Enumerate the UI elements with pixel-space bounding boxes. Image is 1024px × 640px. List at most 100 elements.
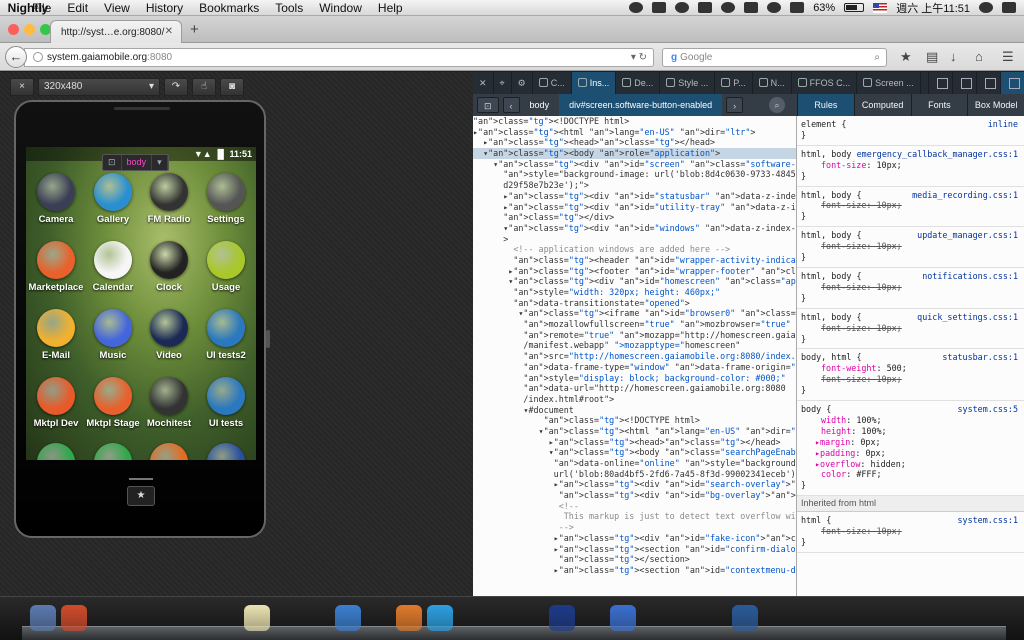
rule-property[interactable]: font-size: 10px; bbox=[801, 241, 1020, 252]
dock-app-icon[interactable] bbox=[854, 605, 880, 631]
menubar-clock[interactable]: 週六 上午11:51 bbox=[896, 0, 970, 16]
app-icon-mktpl-stage[interactable]: Mktpl Stage bbox=[85, 377, 141, 429]
markup-line[interactable]: /index.html#root"> bbox=[473, 394, 796, 405]
markup-line[interactable]: "an">src="http://homescreen.gaiamobile.o… bbox=[473, 351, 796, 362]
pick-element-icon[interactable]: ⊡ bbox=[103, 155, 122, 170]
property-value[interactable]: 0px bbox=[865, 448, 880, 458]
tab-style-editor[interactable]: Style ... bbox=[660, 72, 716, 94]
markup-line[interactable]: "an">data-transitionstate="opened"> bbox=[473, 298, 796, 309]
property-name[interactable]: font-size bbox=[821, 200, 866, 210]
dock-app-icon[interactable] bbox=[122, 605, 148, 631]
dock-app-icon[interactable] bbox=[366, 605, 392, 631]
app-icon-video[interactable]: Video bbox=[141, 309, 197, 361]
property-value[interactable]: 10px bbox=[876, 526, 896, 536]
markup-line[interactable]: ▸"an">class="tg"><html "an">lang="en-US"… bbox=[473, 127, 796, 138]
app-icon-ui-tests2[interactable]: UI tests2 bbox=[198, 309, 254, 361]
side-button[interactable] bbox=[266, 330, 270, 348]
dock-app-icon[interactable] bbox=[152, 605, 178, 631]
rules-view[interactable]: element {inline} html, body emergency_call… bbox=[797, 116, 1024, 596]
menu-bookmarks[interactable]: Bookmarks bbox=[199, 1, 259, 15]
property-name[interactable]: font-size bbox=[821, 323, 866, 333]
property-name[interactable]: font-size bbox=[821, 241, 866, 251]
property-name[interactable]: width bbox=[821, 415, 846, 425]
dock-app-icon[interactable] bbox=[731, 605, 758, 631]
dock-app-icon[interactable] bbox=[671, 605, 697, 631]
markup-line[interactable]: ▸"an">class="tg"><div "an">id="search-ov… bbox=[473, 479, 796, 490]
rule-property[interactable]: font-size: 10px; bbox=[801, 526, 1020, 537]
app-icon-calendar[interactable]: Calendar bbox=[85, 241, 141, 293]
rule-property[interactable]: ▸margin: 0px; bbox=[801, 437, 1020, 448]
breadcrumb-back-button[interactable]: ‹ bbox=[502, 97, 520, 113]
app-icon-camera[interactable]: Camera bbox=[28, 173, 84, 225]
property-value[interactable]: #FFF bbox=[856, 469, 876, 479]
close-rdm-button[interactable]: × bbox=[10, 78, 34, 96]
dock-app-icon[interactable] bbox=[457, 605, 483, 631]
markup-line[interactable]: ▸"an">class="tg"><footer "an">id="wrappe… bbox=[473, 266, 796, 277]
url-bar[interactable]: system.gaiamobile.org:8080 ▾ ↻ bbox=[24, 48, 654, 67]
volume-icon[interactable] bbox=[790, 2, 805, 13]
status-icon[interactable] bbox=[629, 2, 644, 13]
property-name[interactable]: font-size bbox=[821, 160, 866, 170]
size-select[interactable]: 320x480 ▾ bbox=[38, 78, 160, 96]
property-name[interactable]: ▸padding bbox=[815, 448, 855, 458]
property-name[interactable]: ▸margin bbox=[815, 437, 850, 447]
css-rule[interactable]: body {system.css:5 width: 100%; height: 10… bbox=[797, 401, 1024, 497]
browser-tab[interactable]: http://syst…e.org:8080/ ✕ bbox=[50, 20, 182, 44]
markup-line[interactable]: ▾"an">class="tg"><div "an">id="windows" … bbox=[473, 223, 796, 234]
dock-app-icon[interactable] bbox=[793, 605, 819, 631]
property-name[interactable]: height bbox=[821, 426, 851, 436]
app-icon-marketplace[interactable]: Marketplace bbox=[28, 241, 84, 293]
dock-app-icon[interactable] bbox=[640, 605, 666, 631]
tab-rules[interactable]: Rules bbox=[797, 94, 854, 116]
property-name[interactable]: ▸overflow bbox=[815, 459, 860, 469]
tab-inspector[interactable]: Ins... bbox=[571, 72, 617, 94]
bluetooth-icon[interactable] bbox=[721, 2, 736, 13]
rule-property[interactable]: ▸padding: 0px; bbox=[801, 448, 1020, 459]
status-icon[interactable] bbox=[698, 2, 713, 13]
dock-app-icon[interactable] bbox=[915, 605, 941, 631]
css-rule[interactable]: html, body {update_manager.css:1 font-siz… bbox=[797, 227, 1024, 268]
menu-icon[interactable]: ☰ bbox=[1002, 49, 1014, 65]
dock-app-icon[interactable] bbox=[426, 605, 453, 631]
property-value[interactable]: 10px bbox=[876, 200, 896, 210]
markup-line[interactable]: ▾#document bbox=[473, 405, 796, 416]
dock-app-icon[interactable] bbox=[30, 605, 56, 631]
app-icon-fm-radio[interactable]: FM Radio bbox=[141, 173, 197, 225]
wifi-icon[interactable] bbox=[767, 2, 782, 13]
markup-line[interactable]: ▾"an">class="tg"><iframe "an">id="browse… bbox=[473, 308, 796, 319]
rule-property[interactable]: font-size: 10px; bbox=[801, 282, 1020, 293]
css-rule[interactable]: html, body {notifications.css:1 font-size… bbox=[797, 268, 1024, 309]
input-source-flag-icon[interactable] bbox=[873, 2, 888, 13]
status-icon[interactable] bbox=[675, 2, 690, 13]
dock-app-icon[interactable] bbox=[579, 605, 605, 631]
markup-line[interactable]: "an">style="background-image: url('blob:… bbox=[473, 169, 796, 180]
menu-app-name[interactable]: Nightly bbox=[0, 1, 56, 15]
battery-percent[interactable]: 63% bbox=[813, 2, 835, 14]
rule-property[interactable]: font-size: 10px; bbox=[801, 374, 1020, 385]
markup-line[interactable]: d29f58e7b23e');"> bbox=[473, 180, 796, 191]
dock-side-icon[interactable] bbox=[952, 72, 976, 94]
css-rule[interactable]: element {inline} bbox=[797, 116, 1024, 146]
breadcrumb-div-screen[interactable]: div#screen.software-button-enabled bbox=[559, 94, 723, 116]
home-button[interactable]: ★ bbox=[127, 486, 155, 506]
rotate-button[interactable]: ↷ bbox=[164, 78, 188, 96]
markup-line[interactable]: ▾"an">class="tg"><body "an">role="applic… bbox=[473, 148, 796, 159]
screenshot-button[interactable]: ◙ bbox=[220, 78, 244, 96]
markup-line[interactable]: "an">class="tg"></section> bbox=[473, 554, 796, 565]
home-icon[interactable]: ⌂ bbox=[975, 49, 983, 64]
css-rule[interactable]: html {system.css:1 font-size: 10px;} bbox=[797, 512, 1024, 553]
property-value[interactable]: 10px bbox=[876, 374, 896, 384]
app-icon-mktpl-dev[interactable]: Mktpl Dev bbox=[28, 377, 84, 429]
status-icon[interactable] bbox=[652, 2, 667, 13]
rule-source-link[interactable]: notifications.css:1 bbox=[922, 271, 1018, 282]
search-icon[interactable]: ⌕ bbox=[769, 97, 785, 113]
dock-app-icon[interactable] bbox=[976, 605, 1002, 631]
pick-element-icon[interactable]: ⌖ bbox=[494, 72, 512, 94]
css-rule[interactable]: html, body emergency_callback_manager.css… bbox=[797, 146, 1024, 187]
property-name[interactable]: color bbox=[821, 469, 846, 479]
markup-line[interactable]: ▾"an">class="tg"><div "an">id="homescree… bbox=[473, 276, 796, 287]
markup-line[interactable]: <!-- application windows are added here … bbox=[473, 244, 796, 255]
dock-app-icon[interactable] bbox=[213, 605, 239, 631]
dock-app-icon[interactable] bbox=[945, 605, 971, 631]
rule-source-link[interactable]: emergency_callback_manager.css:1 bbox=[857, 149, 1018, 160]
